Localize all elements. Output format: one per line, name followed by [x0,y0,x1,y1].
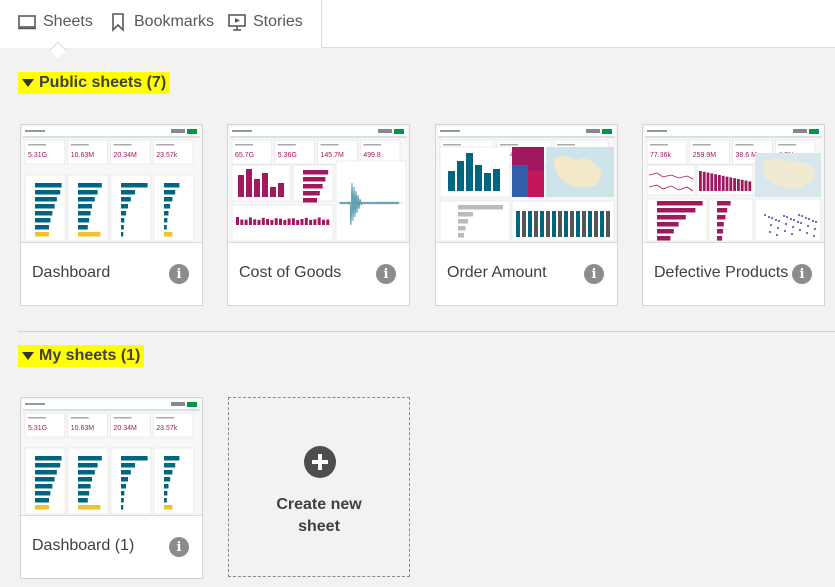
create-new-sheet-label: Create new sheet [229,494,409,538]
info-icon[interactable]: i [169,537,189,557]
collapse-triangle-icon [22,79,34,87]
tab-stories[interactable]: Stories [227,10,303,34]
sheet-card-order-amount[interactable]: 215.1M71,4341,936 Order Amount i [435,124,618,306]
tab-sheets[interactable]: Sheets [17,10,93,34]
svg-text:10.63M: 10.63M [71,152,95,159]
sheet-thumbnail: 5.31G 10.63M 20.34M 23.57k [21,125,202,243]
tab-bar: Sheets Bookmarks Stories [0,0,835,59]
sheet-title: Order Amount [447,264,547,281]
svg-text:5.31G: 5.31G [28,425,47,432]
sheet-title: Dashboard [32,264,111,281]
svg-text:38.6 M: 38.6 M [736,152,758,159]
sheet-title: Cost of Goods [239,264,342,281]
plus-icon [304,446,336,478]
sheet-thumbnail: 77.36k259.9M38.6 M4.2% [643,125,824,243]
create-label-line-1: Create new [276,496,362,513]
svg-text:23.57k: 23.57k [156,152,178,159]
public-sheets-header[interactable]: Public sheets (7) [18,72,171,94]
info-icon[interactable]: i [792,264,812,284]
tab-group: Sheets Bookmarks Stories [0,0,322,48]
sheet-thumbnail: 65.7G 5.36G 145.7M 499.8 [228,125,409,243]
sheets-icon [18,15,36,30]
info-icon[interactable]: i [584,264,604,284]
tab-stories-label: Stories [253,13,303,30]
svg-text:5.31G: 5.31G [28,152,47,159]
section-divider [18,331,835,332]
stories-icon [228,14,246,31]
sheet-title: Defective Products [654,264,789,281]
svg-text:23.57k: 23.57k [156,425,178,432]
sheet-card-cost-of-goods[interactable]: 65.7G 5.36G 145.7M 499.8 Cost of Goods i [227,124,410,306]
svg-text:5.36G: 5.36G [278,152,297,159]
public-sheets-title: Public sheets (7) [39,74,167,91]
svg-text:259.9M: 259.9M [693,152,717,159]
sheet-thumbnail: 215.1M71,4341,936 [436,125,617,243]
my-sheets-header[interactable]: My sheets (1) [18,345,145,367]
create-label-line-2: sheet [298,518,340,535]
svg-text:20.34M: 20.34M [114,152,138,159]
sheet-card-dashboard-1[interactable]: 5.31G 10.63M 20.34M 23.57k Dashboard (1) i [20,397,203,579]
svg-text:10.63M: 10.63M [71,425,95,432]
info-icon[interactable]: i [376,264,396,284]
bookmark-icon [112,13,124,32]
sheet-title: Dashboard (1) [32,537,135,554]
sheet-thumbnail: 5.31G 10.63M 20.34M 23.57k [21,398,202,516]
tab-bookmarks-label: Bookmarks [134,13,215,30]
svg-text:145.7M: 145.7M [321,152,345,159]
svg-text:77.36k: 77.36k [650,152,672,159]
tab-sheets-label: Sheets [43,13,93,30]
svg-text:65.7G: 65.7G [235,152,254,159]
my-sheets-title: My sheets (1) [39,347,141,364]
info-icon[interactable]: i [169,264,189,284]
svg-text:499.8: 499.8 [363,152,381,159]
collapse-triangle-icon [22,352,34,360]
create-new-sheet-button[interactable]: Create new sheet [228,397,410,577]
sheet-card-dashboard[interactable]: 5.31G 10.63M 20.34M 23.57k Dashboard i [20,124,203,306]
svg-text:20.34M: 20.34M [114,425,138,432]
tab-bookmarks[interactable]: Bookmarks [108,10,214,34]
sheet-card-defective-products[interactable]: 77.36k259.9M38.6 M4.2% Defective Product… [642,124,825,306]
